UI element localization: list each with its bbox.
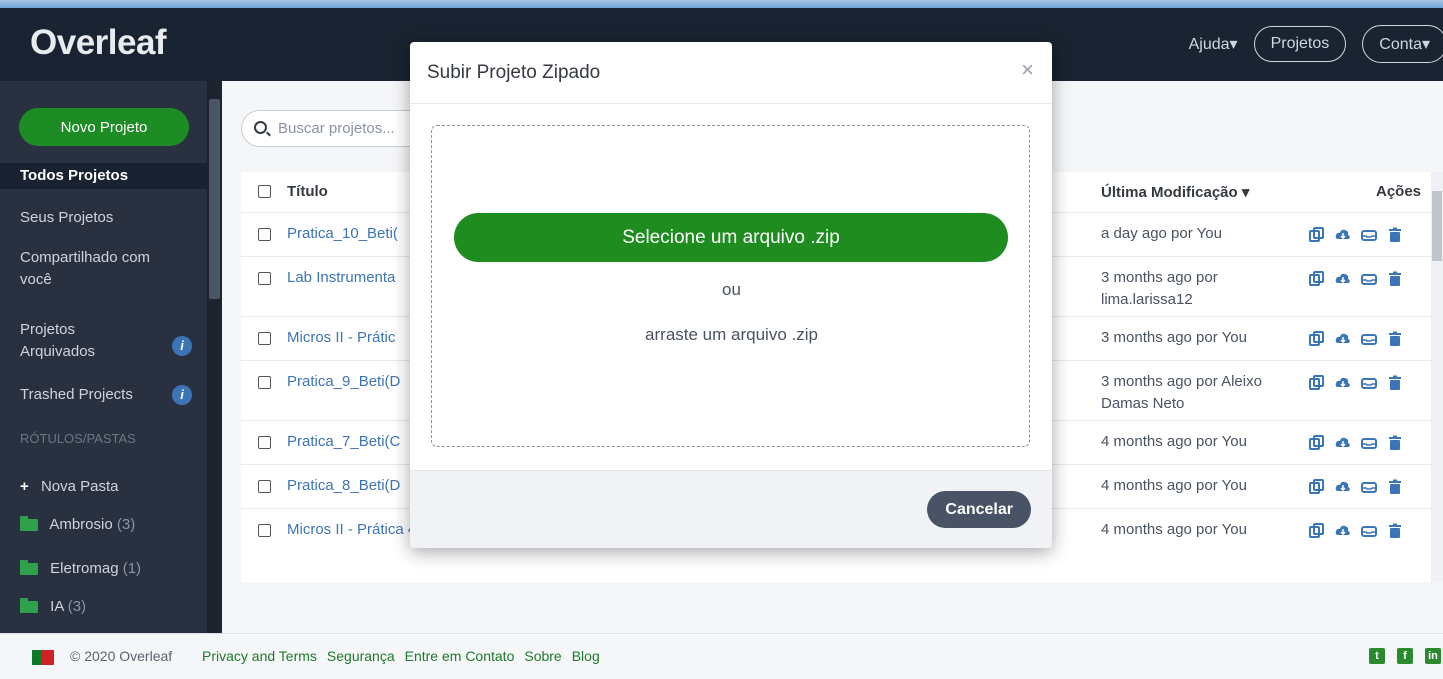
upload-zip-modal: Subir Projeto Zipado × Selecione um arqu… — [410, 42, 1052, 548]
select-zip-button[interactable]: Selecione um arquivo .zip — [454, 213, 1008, 262]
modal-header: Subir Projeto Zipado × — [410, 42, 1052, 104]
close-icon[interactable]: × — [1021, 57, 1034, 83]
drag-hint: arraste um arquivo .zip — [645, 325, 818, 344]
zip-dropzone[interactable]: Selecione um arquivo .zip ou arraste um … — [431, 125, 1030, 447]
cancel-button[interactable]: Cancelar — [927, 491, 1031, 528]
or-separator: ou — [722, 280, 741, 299]
modal-footer: Cancelar — [410, 470, 1052, 548]
modal-title: Subir Projeto Zipado — [427, 62, 601, 83]
